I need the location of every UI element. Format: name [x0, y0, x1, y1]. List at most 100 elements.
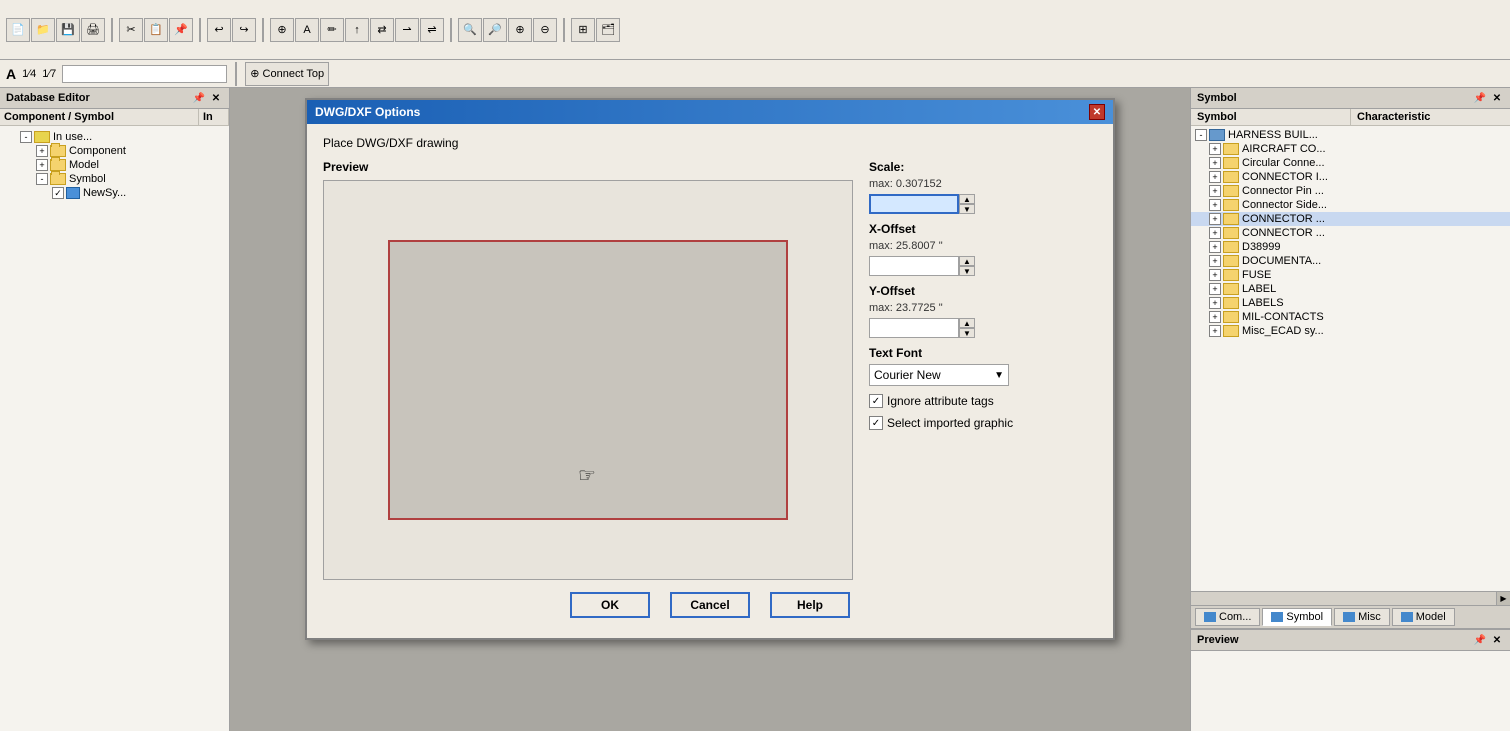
zoom-in-btn[interactable]: 🔍 [458, 18, 482, 42]
tab-com[interactable]: Com... [1195, 608, 1260, 626]
text-fix-input[interactable]: Text fix [62, 65, 227, 83]
paste-btn[interactable]: 📌 [169, 18, 193, 42]
sym-item-connector-pin[interactable]: + Connector Pin ... [1191, 184, 1510, 198]
connector-i-expand[interactable]: + [1209, 171, 1221, 183]
copy-btn[interactable]: 📋 [144, 18, 168, 42]
tree-item-model[interactable]: + Model [0, 158, 229, 172]
draw-btn-1[interactable]: ⊕ [270, 18, 294, 42]
dialog-close-btn[interactable]: ✕ [1089, 104, 1105, 120]
tab-symbol[interactable]: Symbol [1262, 608, 1332, 626]
dialog-buttons: OK Cancel Help [323, 580, 1097, 626]
tab-misc[interactable]: Misc [1334, 608, 1390, 626]
scale-down-btn[interactable]: ▼ [959, 204, 975, 214]
connector1-expand[interactable]: + [1209, 213, 1221, 225]
sym-item-documenta[interactable]: + DOCUMENTA... [1191, 254, 1510, 268]
open-btn[interactable]: 📁 [31, 18, 55, 42]
tree-item-in-use[interactable]: - In use... [0, 130, 229, 144]
select-imported-checkbox[interactable]: ✓ [869, 416, 883, 430]
sym-item-misc-ecad[interactable]: + Misc_ECAD sy... [1191, 324, 1510, 338]
preview-pin-icon[interactable]: 📌 [1473, 633, 1487, 647]
new-btn[interactable]: 📄 [6, 18, 30, 42]
draw-btn-4[interactable]: ↑ [345, 18, 369, 42]
scale-up-btn[interactable]: ▲ [959, 194, 975, 204]
scale-input[interactable]: 0.245722 [869, 194, 959, 214]
layer-btn[interactable]: 🗂 [596, 18, 620, 42]
cut-btn[interactable]: ✂ [119, 18, 143, 42]
draw-btn-7[interactable]: ⇌ [420, 18, 444, 42]
close-panel-icon[interactable]: ✕ [209, 91, 223, 105]
sym-item-mil-contacts[interactable]: + MIL-CONTACTS [1191, 310, 1510, 324]
connector2-expand[interactable]: + [1209, 227, 1221, 239]
d38999-expand[interactable]: + [1209, 241, 1221, 253]
zoom-minus-btn[interactable]: ⊖ [533, 18, 557, 42]
undo-btn[interactable]: ↩ [207, 18, 231, 42]
symbol-close-icon[interactable]: ✕ [1490, 91, 1504, 105]
connector-side-expand[interactable]: + [1209, 199, 1221, 211]
draw-btn-2[interactable]: A [295, 18, 319, 42]
tree-item-component[interactable]: + Component [0, 144, 229, 158]
y-offset-down-btn[interactable]: ▼ [959, 328, 975, 338]
zoom-all-btn[interactable]: ⊕ [508, 18, 532, 42]
preview-close-icon[interactable]: ✕ [1490, 633, 1504, 647]
tree-item-symbol[interactable]: - Symbol [0, 172, 229, 186]
connector-pin-expand[interactable]: + [1209, 185, 1221, 197]
sym-item-connector1[interactable]: + CONNECTOR ... [1191, 212, 1510, 226]
mil-expand[interactable]: + [1209, 311, 1221, 323]
sym-item-connector2[interactable]: + CONNECTOR ... [1191, 226, 1510, 240]
misc-ecad-expand[interactable]: + [1209, 325, 1221, 337]
sym-item-fuse[interactable]: + FUSE [1191, 268, 1510, 282]
x-offset-up-btn[interactable]: ▲ [959, 256, 975, 266]
expand-component[interactable]: + [36, 145, 48, 157]
symbol-newsy-icon [66, 187, 80, 199]
help-button[interactable]: Help [770, 592, 850, 618]
connect-top-btn[interactable]: ⊕ Connect Top [245, 62, 329, 86]
fuse-expand[interactable]: + [1209, 269, 1221, 281]
ignore-attr-checkbox[interactable]: ✓ [869, 394, 883, 408]
cancel-button[interactable]: Cancel [670, 592, 750, 618]
sym-item-connector-side[interactable]: + Connector Side... [1191, 198, 1510, 212]
draw-btn-6[interactable]: ⇀ [395, 18, 419, 42]
y-offset-up-btn[interactable]: ▲ [959, 318, 975, 328]
expand-symbol[interactable]: - [36, 173, 48, 185]
symbol-pin-icon[interactable]: 📌 [1473, 91, 1487, 105]
circular-expand[interactable]: + [1209, 157, 1221, 169]
sym-item-labels[interactable]: + LABELS [1191, 296, 1510, 310]
pin-icon[interactable]: 📌 [192, 91, 206, 105]
scale-spinner: 0.245722 ▲ ▼ [869, 194, 1097, 214]
sym-item-circular[interactable]: + Circular Conne... [1191, 156, 1510, 170]
labels-expand[interactable]: + [1209, 297, 1221, 309]
ok-button[interactable]: OK [570, 592, 650, 618]
scroll-right-btn[interactable]: ▶ [1496, 592, 1510, 605]
print-btn[interactable]: 🖨 [81, 18, 105, 42]
grid-btn[interactable]: ⊞ [571, 18, 595, 42]
x-offset-down-btn[interactable]: ▼ [959, 266, 975, 276]
sep-2 [199, 18, 201, 42]
draw-btn-5[interactable]: ⇄ [370, 18, 394, 42]
x-offset-max: max: 25.8007 " [869, 240, 1097, 252]
sym-item-aircraft[interactable]: + AIRCRAFT CO... [1191, 142, 1510, 156]
top-toolbar: 📄 📁 💾 🖨 ✂ 📋 📌 ↩ ↪ ⊕ A ✏ ↑ ⇄ ⇀ ⇌ 🔍 🔎 ⊕ ⊖ … [0, 0, 1510, 60]
x-offset-label: X-Offset [869, 222, 1097, 236]
zoom-out-btn[interactable]: 🔎 [483, 18, 507, 42]
sym-item-d38999[interactable]: + D38999 [1191, 240, 1510, 254]
y-offset-input[interactable]: 11.8863 " [869, 318, 959, 338]
harness-folder-icon [1209, 129, 1225, 141]
tab-model[interactable]: Model [1392, 608, 1455, 626]
harness-expand[interactable]: - [1195, 129, 1207, 141]
expand-model[interactable]: + [36, 159, 48, 171]
save-btn[interactable]: 💾 [56, 18, 80, 42]
x-offset-input[interactable]: 12.9004 " [869, 256, 959, 276]
mil-label: MIL-CONTACTS [1242, 311, 1324, 323]
sym-item-connector-i[interactable]: + CONNECTOR I... [1191, 170, 1510, 184]
font-select-dropdown[interactable]: Courier New ▼ [869, 364, 1009, 386]
label-expand[interactable]: + [1209, 283, 1221, 295]
connector1-icon [1223, 213, 1239, 225]
aircraft-expand[interactable]: + [1209, 143, 1221, 155]
sym-item-harness[interactable]: - HARNESS BUIL... [1191, 128, 1510, 142]
draw-btn-3[interactable]: ✏ [320, 18, 344, 42]
sym-item-label[interactable]: + LABEL [1191, 282, 1510, 296]
expand-in-use[interactable]: - [20, 131, 32, 143]
redo-btn[interactable]: ↪ [232, 18, 256, 42]
documenta-expand[interactable]: + [1209, 255, 1221, 267]
tree-item-newsy[interactable]: ✓ NewSy... [0, 186, 229, 200]
